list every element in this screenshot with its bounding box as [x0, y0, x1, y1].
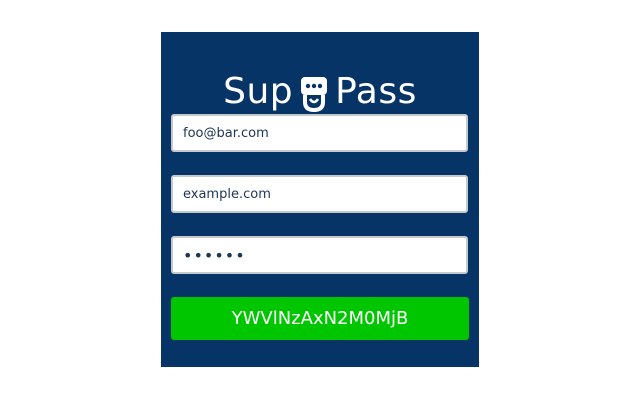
logo-word-left: Sup	[223, 71, 294, 112]
suppass-panel: Sup Pass YWVlNzAxN2M0MjB	[161, 32, 479, 367]
email-field[interactable]	[171, 114, 468, 152]
master-password-field[interactable]	[171, 236, 468, 274]
mascot-face-icon	[299, 75, 329, 115]
logo-word-right: Pass	[335, 71, 417, 112]
generated-password-button[interactable]: YWVlNzAxN2M0MjB	[171, 297, 469, 340]
suppass-logo: Sup Pass	[161, 71, 479, 113]
site-field[interactable]	[171, 175, 468, 213]
